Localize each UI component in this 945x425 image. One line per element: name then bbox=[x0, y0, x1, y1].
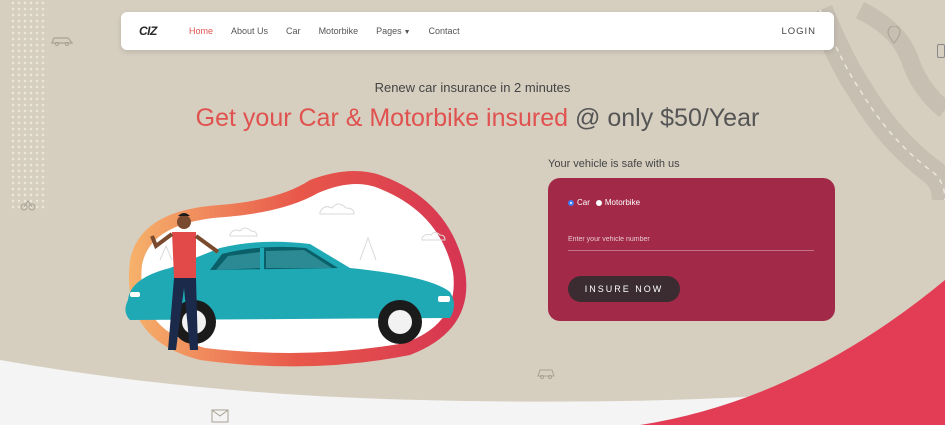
car-illustration bbox=[125, 171, 467, 367]
radio-label-motorbike: Motorbike bbox=[604, 198, 641, 207]
nav-motorbike[interactable]: Motorbike bbox=[319, 26, 359, 36]
vehicle-type-motorbike-radio[interactable]: Motorbike bbox=[595, 198, 641, 207]
nav-car[interactable]: Car bbox=[286, 26, 301, 36]
hero-section: CIZ Home About Us Car Motorbike Pages ▼ C… bbox=[0, 0, 945, 425]
nav-home[interactable]: Home bbox=[189, 26, 213, 36]
radio-checked-icon bbox=[568, 199, 574, 206]
hero-headline: Get your Car & Motorbike insured @ only … bbox=[0, 104, 945, 133]
nav-about-us[interactable]: About Us bbox=[231, 26, 268, 36]
parcel-outline-icon bbox=[211, 409, 229, 423]
vehicle-type-car-radio[interactable]: Car bbox=[568, 198, 590, 207]
map-pin-icon bbox=[887, 26, 901, 44]
chevron-down-icon: ▼ bbox=[403, 29, 411, 36]
headline-accent: Get your Car & Motorbike insured bbox=[195, 104, 569, 132]
nav-pages-label: Pages bbox=[376, 26, 402, 36]
headline-rest: @ only $50/Year bbox=[575, 104, 760, 132]
nav-links: Home About Us Car Motorbike Pages ▼ Conta… bbox=[189, 26, 460, 36]
nav-contact[interactable]: Contact bbox=[429, 26, 460, 36]
nav-pages[interactable]: Pages ▼ bbox=[376, 26, 410, 36]
radio-unchecked-icon bbox=[595, 199, 602, 206]
vehicle-type-group: Car Motorbike bbox=[568, 198, 640, 207]
vehicle-number-input[interactable] bbox=[568, 228, 814, 251]
logo[interactable]: CIZ bbox=[139, 22, 175, 40]
login-link[interactable]: LOGIN bbox=[781, 26, 816, 37]
insurance-form: Car Motorbike INSURE NOW bbox=[548, 178, 835, 321]
insure-now-button[interactable]: INSURE NOW bbox=[568, 276, 680, 302]
navbar: CIZ Home About Us Car Motorbike Pages ▼ C… bbox=[121, 12, 834, 50]
scroll-edge-icon bbox=[937, 44, 945, 58]
logo-text: CIZ bbox=[139, 24, 157, 38]
motorbike-outline-icon bbox=[20, 200, 36, 211]
car-outline-icon bbox=[537, 369, 555, 380]
hero-subtitle: Renew car insurance in 2 minutes bbox=[374, 80, 571, 95]
radio-label-car: Car bbox=[577, 198, 590, 207]
form-label: Your vehicle is safe with us bbox=[548, 158, 680, 170]
car-outline-icon bbox=[51, 37, 74, 46]
